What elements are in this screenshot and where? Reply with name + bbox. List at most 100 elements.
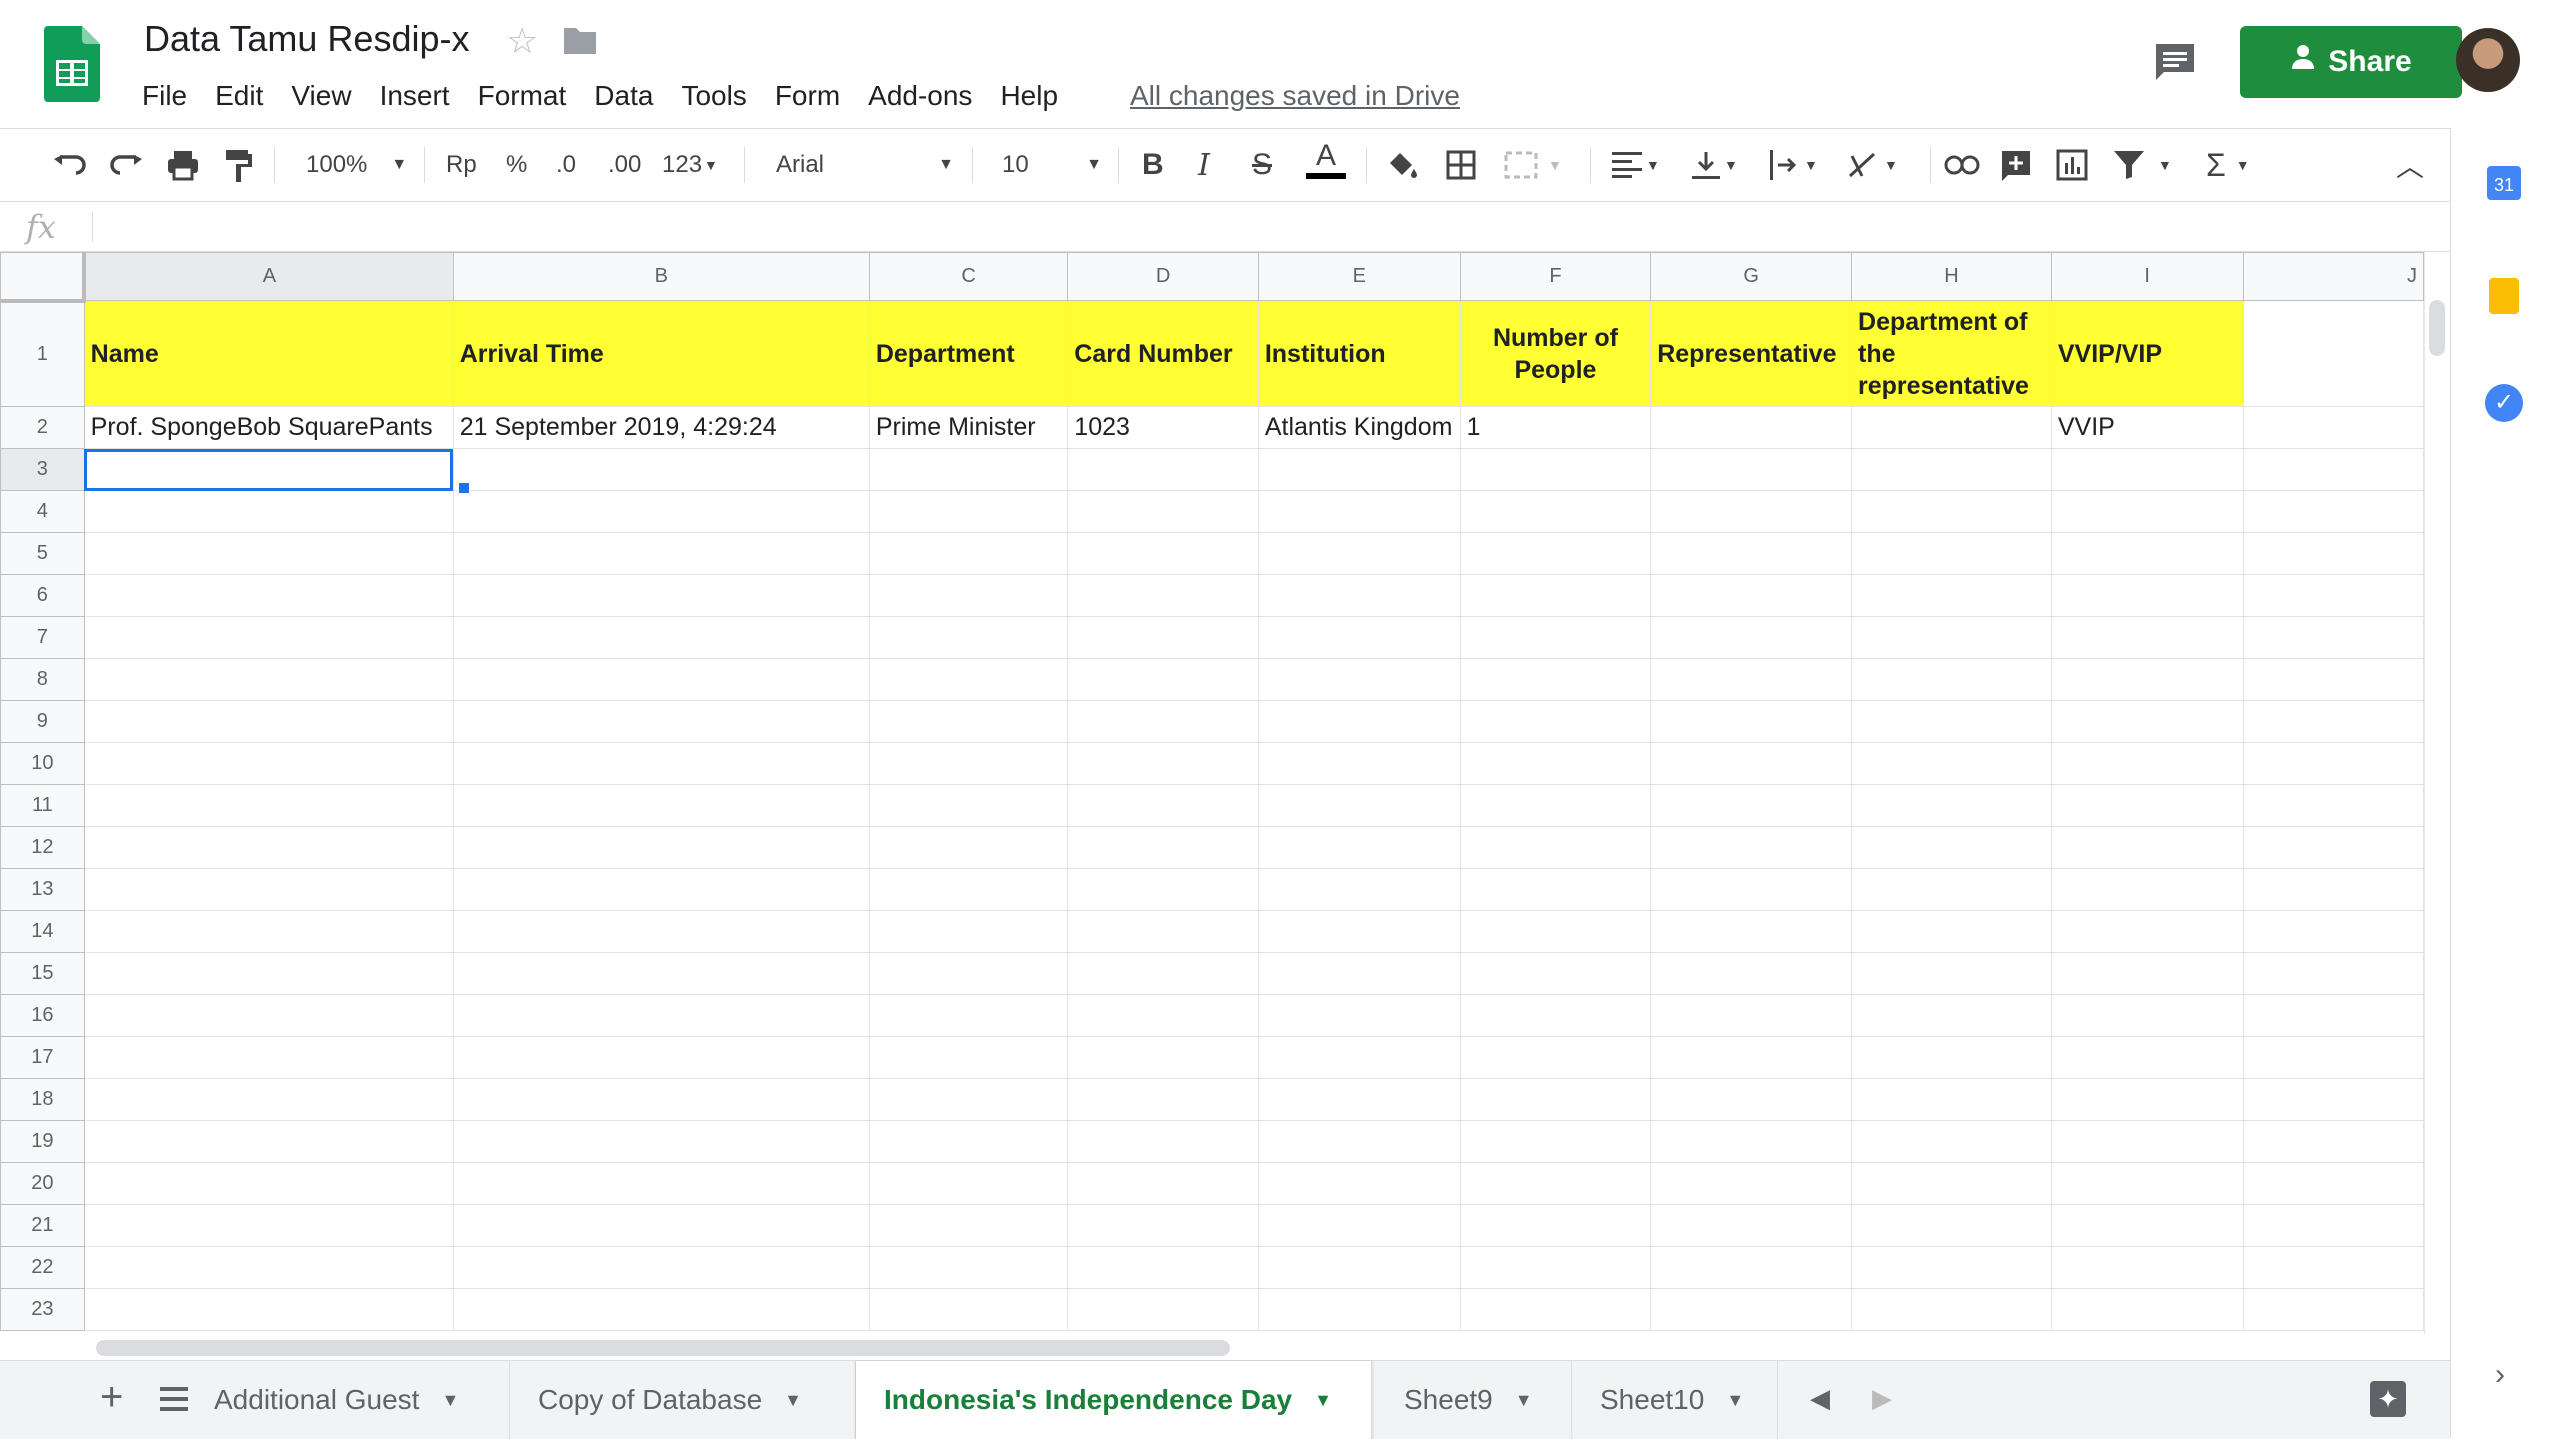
row-header[interactable]: 10 xyxy=(0,742,85,785)
cell-h10[interactable] xyxy=(1851,742,2052,785)
cell-h13[interactable] xyxy=(1851,868,2052,911)
cell-h5[interactable] xyxy=(1851,532,2052,575)
cell-c4[interactable] xyxy=(868,490,1069,533)
cell-a8[interactable] xyxy=(83,658,454,701)
row-header[interactable]: 1 xyxy=(0,300,85,407)
cell-d1[interactable]: Card Number xyxy=(1067,300,1259,407)
cell-a3[interactable] xyxy=(83,448,454,491)
cell-a7[interactable] xyxy=(83,616,454,659)
menu-help[interactable]: Help xyxy=(1000,80,1058,112)
cell-g10[interactable] xyxy=(1650,742,1853,785)
cell-e16[interactable] xyxy=(1257,994,1461,1037)
cell-g3[interactable] xyxy=(1650,448,1853,491)
cell-g11[interactable] xyxy=(1650,784,1853,827)
cell-j18[interactable] xyxy=(2242,1078,2424,1121)
cell-f8[interactable] xyxy=(1459,658,1652,701)
cell-d15[interactable] xyxy=(1067,952,1259,995)
cell-f7[interactable] xyxy=(1459,616,1652,659)
cell-j5[interactable] xyxy=(2242,532,2424,575)
cell-b18[interactable] xyxy=(452,1078,870,1121)
cell-f14[interactable] xyxy=(1459,910,1652,953)
cell-c7[interactable] xyxy=(868,616,1069,659)
cell-h21[interactable] xyxy=(1851,1204,2052,1247)
cell-j7[interactable] xyxy=(2242,616,2424,659)
cell-h3[interactable] xyxy=(1851,448,2052,491)
cell-b4[interactable] xyxy=(452,490,870,533)
cell-j2[interactable] xyxy=(2242,406,2424,449)
cell-j6[interactable] xyxy=(2242,574,2424,617)
cell-e7[interactable] xyxy=(1257,616,1461,659)
cell-f21[interactable] xyxy=(1459,1204,1652,1247)
cell-b15[interactable] xyxy=(452,952,870,995)
bold-button[interactable]: B xyxy=(1142,145,1164,185)
cell-f6[interactable] xyxy=(1459,574,1652,617)
print-icon[interactable] xyxy=(166,145,200,185)
cell-c2[interactable]: Prime Minister xyxy=(868,406,1069,449)
column-header[interactable]: B xyxy=(452,252,870,301)
row-header[interactable]: 23 xyxy=(0,1288,85,1331)
zoom-select[interactable]: 100% ▼ xyxy=(306,145,407,185)
cell-e23[interactable] xyxy=(1257,1288,1461,1331)
cell-i15[interactable] xyxy=(2050,952,2244,995)
cell-g6[interactable] xyxy=(1650,574,1853,617)
cell-b13[interactable] xyxy=(452,868,870,911)
star-icon[interactable]: ☆ xyxy=(506,20,538,62)
sheets-logo-icon[interactable] xyxy=(44,26,100,102)
cell-d17[interactable] xyxy=(1067,1036,1259,1079)
column-header[interactable]: A xyxy=(83,252,454,301)
cell-j14[interactable] xyxy=(2242,910,2424,953)
cell-c18[interactable] xyxy=(868,1078,1069,1121)
cell-a11[interactable] xyxy=(83,784,454,827)
formula-input[interactable] xyxy=(96,206,2416,246)
cell-d11[interactable] xyxy=(1067,784,1259,827)
cell-i2[interactable]: VVIP xyxy=(2050,406,2244,449)
cell-j10[interactable] xyxy=(2242,742,2424,785)
row-header[interactable]: 12 xyxy=(0,826,85,869)
cell-b17[interactable] xyxy=(452,1036,870,1079)
cell-a4[interactable] xyxy=(83,490,454,533)
cell-c5[interactable] xyxy=(868,532,1069,575)
cell-i11[interactable] xyxy=(2050,784,2244,827)
cell-a18[interactable] xyxy=(83,1078,454,1121)
font-size-select[interactable]: 10 ▼ xyxy=(1002,145,1102,185)
italic-button[interactable]: I xyxy=(1198,145,1210,185)
cell-j1[interactable] xyxy=(2242,300,2424,407)
expand-panel-icon[interactable]: › xyxy=(2495,1358,2505,1392)
menu-view[interactable]: View xyxy=(291,80,351,112)
cell-g15[interactable] xyxy=(1650,952,1853,995)
cell-b8[interactable] xyxy=(452,658,870,701)
cell-b3[interactable] xyxy=(452,448,870,491)
cell-h19[interactable] xyxy=(1851,1120,2052,1163)
cell-d5[interactable] xyxy=(1067,532,1259,575)
cell-a5[interactable] xyxy=(83,532,454,575)
cell-h11[interactable] xyxy=(1851,784,2052,827)
cell-g14[interactable] xyxy=(1650,910,1853,953)
cell-c22[interactable] xyxy=(868,1246,1069,1289)
cell-i3[interactable] xyxy=(2050,448,2244,491)
cell-b5[interactable] xyxy=(452,532,870,575)
cell-c14[interactable] xyxy=(868,910,1069,953)
horizontal-scroll-thumb[interactable] xyxy=(96,1340,1230,1356)
collapse-menu-icon[interactable]: ︿ xyxy=(2396,145,2424,185)
cell-b6[interactable] xyxy=(452,574,870,617)
keep-icon[interactable] xyxy=(2489,278,2519,314)
cell-i21[interactable] xyxy=(2050,1204,2244,1247)
menu-addons[interactable]: Add-ons xyxy=(868,80,972,112)
cell-d13[interactable] xyxy=(1067,868,1259,911)
strikethrough-button[interactable]: S xyxy=(1252,145,1272,185)
cell-f11[interactable] xyxy=(1459,784,1652,827)
cell-h20[interactable] xyxy=(1851,1162,2052,1205)
cell-f19[interactable] xyxy=(1459,1120,1652,1163)
cell-d20[interactable] xyxy=(1067,1162,1259,1205)
cell-f9[interactable] xyxy=(1459,700,1652,743)
cell-b23[interactable] xyxy=(452,1288,870,1331)
cell-d7[interactable] xyxy=(1067,616,1259,659)
cell-j13[interactable] xyxy=(2242,868,2424,911)
percent-format-button[interactable]: % xyxy=(506,145,527,185)
borders-icon[interactable] xyxy=(1446,145,1476,185)
calendar-icon[interactable]: 31 xyxy=(2487,166,2521,200)
cell-j3[interactable] xyxy=(2242,448,2424,491)
cell-j11[interactable] xyxy=(2242,784,2424,827)
cell-c20[interactable] xyxy=(868,1162,1069,1205)
cell-h17[interactable] xyxy=(1851,1036,2052,1079)
